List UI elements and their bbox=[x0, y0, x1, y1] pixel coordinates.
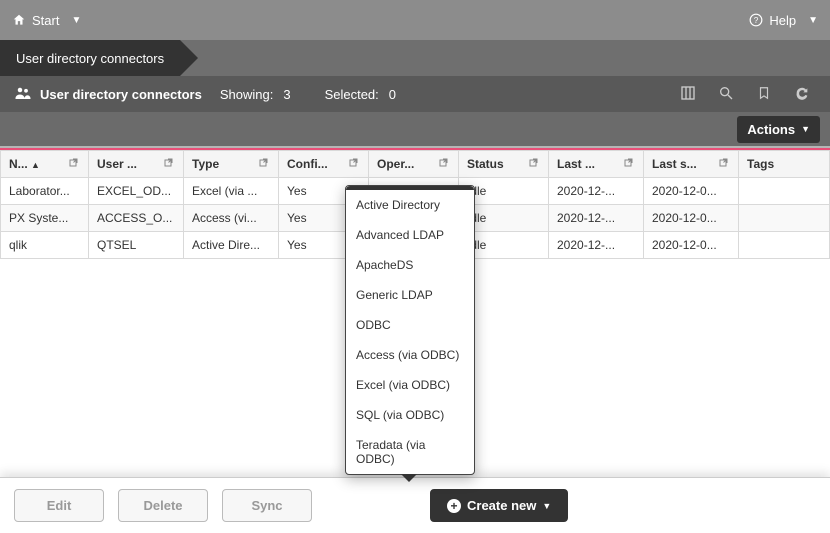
column-header[interactable]: User ... bbox=[89, 151, 184, 178]
edit-button[interactable]: Edit bbox=[14, 489, 104, 522]
sync-label: Sync bbox=[251, 498, 282, 513]
section-title: User directory connectors bbox=[40, 87, 202, 102]
home-icon bbox=[12, 13, 26, 27]
breadcrumb-tab[interactable]: User directory connectors bbox=[0, 40, 180, 76]
cell-lasts: 2020-12-0... bbox=[644, 232, 739, 259]
cell-lasts: 2020-12-0... bbox=[644, 178, 739, 205]
top-bar: Start ▼ ? Help ▼ bbox=[0, 0, 830, 40]
caret-down-icon: ▼ bbox=[71, 15, 81, 26]
column-header[interactable]: Oper... bbox=[369, 151, 459, 178]
columns-icon bbox=[680, 85, 696, 104]
showing-value: 3 bbox=[283, 87, 290, 102]
actions-button[interactable]: Actions ▼ bbox=[737, 116, 820, 143]
refresh-button[interactable] bbox=[788, 80, 816, 108]
footer-toolbar: Edit Delete Sync + Create new ▼ bbox=[0, 477, 830, 533]
cell-last: 2020-12-... bbox=[549, 205, 644, 232]
cell-tags bbox=[739, 178, 830, 205]
caret-down-icon: ▼ bbox=[542, 501, 551, 511]
create-new-dropdown: Active DirectoryAdvanced LDAPApacheDSGen… bbox=[345, 185, 475, 475]
section-header: User directory connectors Showing: 3 Sel… bbox=[0, 76, 830, 112]
showing-label: Showing: bbox=[220, 87, 273, 102]
create-new-label: Create new bbox=[467, 498, 536, 513]
users-icon bbox=[14, 84, 32, 105]
cell-last: 2020-12-... bbox=[549, 178, 644, 205]
start-menu[interactable]: Start ▼ bbox=[12, 13, 81, 28]
delete-button[interactable]: Delete bbox=[118, 489, 208, 522]
caret-down-icon: ▼ bbox=[808, 15, 818, 26]
bookmark-button[interactable] bbox=[750, 80, 778, 108]
cell-type: Excel (via ... bbox=[184, 178, 279, 205]
column-header[interactable]: Status bbox=[459, 151, 549, 178]
dropdown-item[interactable]: Access (via ODBC) bbox=[346, 340, 474, 370]
cell-name: qlik bbox=[1, 232, 89, 259]
breadcrumb-bar: User directory connectors bbox=[0, 40, 830, 76]
cell-name: PX Syste... bbox=[1, 205, 89, 232]
refresh-icon bbox=[794, 85, 810, 104]
cell-tags bbox=[739, 205, 830, 232]
help-label: Help bbox=[769, 13, 796, 28]
actions-label: Actions bbox=[747, 122, 795, 137]
help-icon: ? bbox=[749, 13, 763, 27]
column-header[interactable]: Last ... bbox=[549, 151, 644, 178]
cell-user: ACCESS_O... bbox=[89, 205, 184, 232]
actions-bar: Actions ▼ bbox=[0, 112, 830, 148]
cell-last: 2020-12-... bbox=[549, 232, 644, 259]
dropdown-item[interactable]: Generic LDAP bbox=[346, 280, 474, 310]
dropdown-item[interactable]: Active Directory bbox=[346, 190, 474, 220]
dropdown-item[interactable]: ODBC bbox=[346, 310, 474, 340]
caret-down-icon: ▼ bbox=[801, 124, 810, 134]
column-header[interactable]: Type bbox=[184, 151, 279, 178]
help-menu[interactable]: ? Help ▼ bbox=[749, 13, 818, 28]
sync-button[interactable]: Sync bbox=[222, 489, 312, 522]
column-header[interactable]: Confi... bbox=[279, 151, 369, 178]
selected-value: 0 bbox=[389, 87, 396, 102]
search-icon bbox=[718, 85, 734, 104]
dropdown-item[interactable]: ApacheDS bbox=[346, 250, 474, 280]
bookmark-icon bbox=[757, 85, 771, 104]
cell-name: Laborator... bbox=[1, 178, 89, 205]
cell-type: Active Dire... bbox=[184, 232, 279, 259]
selected-label: Selected: bbox=[325, 87, 379, 102]
column-header[interactable]: Last s... bbox=[644, 151, 739, 178]
column-header[interactable]: N... ▲ bbox=[1, 151, 89, 178]
cell-user: QTSEL bbox=[89, 232, 184, 259]
column-header[interactable]: Tags bbox=[739, 151, 830, 178]
start-label: Start bbox=[32, 13, 59, 28]
cell-user: EXCEL_OD... bbox=[89, 178, 184, 205]
dropdown-item[interactable]: Excel (via ODBC) bbox=[346, 370, 474, 400]
svg-text:?: ? bbox=[754, 16, 759, 25]
search-button[interactable] bbox=[712, 80, 740, 108]
dropdown-item[interactable]: SQL (via ODBC) bbox=[346, 400, 474, 430]
breadcrumb-label: User directory connectors bbox=[16, 51, 164, 66]
dropdown-item[interactable]: Advanced LDAP bbox=[346, 220, 474, 250]
plus-icon: + bbox=[447, 499, 461, 513]
delete-label: Delete bbox=[143, 498, 182, 513]
create-new-button[interactable]: + Create new ▼ bbox=[430, 489, 568, 522]
cell-type: Access (vi... bbox=[184, 205, 279, 232]
cell-tags bbox=[739, 232, 830, 259]
edit-label: Edit bbox=[47, 498, 72, 513]
dropdown-item[interactable]: Teradata (via ODBC) bbox=[346, 430, 474, 474]
columns-button[interactable] bbox=[674, 80, 702, 108]
cell-lasts: 2020-12-0... bbox=[644, 205, 739, 232]
